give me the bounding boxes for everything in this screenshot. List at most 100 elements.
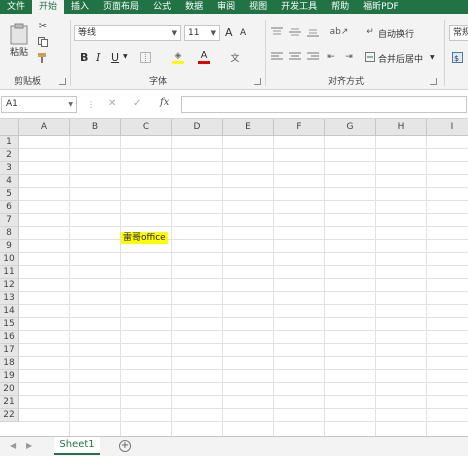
wrap-text-icon[interactable]: ↵	[365, 27, 375, 37]
next-sheet-icon[interactable]: ▶	[26, 441, 32, 450]
format-painter-icon[interactable]	[37, 52, 49, 64]
ribbon-tab[interactable]: 文件	[0, 0, 32, 14]
row-header[interactable]: 12	[0, 279, 19, 292]
chevron-down-icon: ▼	[210, 29, 216, 37]
font-dialog-launcher[interactable]	[254, 78, 261, 85]
borders-icon[interactable]	[139, 51, 151, 63]
phonetic-icon[interactable]: 文	[228, 50, 242, 64]
row-header[interactable]: 13	[0, 292, 19, 305]
confirm-icon[interactable]: ✓	[133, 98, 141, 109]
row-header[interactable]: 7	[0, 214, 19, 227]
row-header[interactable]: 16	[0, 331, 19, 344]
bottom-align-icon[interactable]	[306, 26, 320, 38]
column-header[interactable]: C	[121, 119, 172, 136]
ribbon-tab[interactable]: 数据	[178, 0, 210, 14]
italic-button[interactable]: I	[96, 51, 100, 64]
align-left-icon[interactable]	[270, 51, 284, 63]
column-header[interactable]: F	[274, 119, 325, 136]
top-align-icon[interactable]	[270, 26, 284, 38]
row-header[interactable]: 18	[0, 357, 19, 370]
gridline	[19, 265, 468, 266]
insert-function-icon[interactable]: fx	[160, 97, 169, 108]
underline-dropdown-icon[interactable]: ▼	[123, 53, 128, 60]
row-header[interactable]: 8	[0, 227, 19, 240]
ribbon-tab[interactable]: 视图	[242, 0, 274, 14]
orientation-icon[interactable]: ab↗	[330, 26, 349, 38]
decrease-indent-icon[interactable]: ⇤	[324, 51, 338, 63]
column-header[interactable]: D	[172, 119, 223, 136]
font-color-icon[interactable]: A	[197, 49, 211, 65]
name-box[interactable]: A1 ▼	[1, 96, 77, 113]
gridline	[426, 136, 427, 436]
gridline	[19, 382, 468, 383]
decrease-font-size-button[interactable]: A	[240, 28, 246, 38]
merge-center-button[interactable]: 合并后居中	[378, 52, 423, 65]
ribbon-tab[interactable]: 页面布局	[96, 0, 146, 14]
wrap-text-button[interactable]: 自动换行	[378, 27, 414, 40]
column-header[interactable]: A	[19, 119, 70, 136]
column-header[interactable]: B	[70, 119, 121, 136]
row-header[interactable]: 9	[0, 240, 19, 253]
sheet-tab-sheet1[interactable]: Sheet1	[54, 437, 100, 455]
row-header[interactable]: 21	[0, 396, 19, 409]
row-header[interactable]: 22	[0, 409, 19, 422]
ribbon-tab[interactable]: 开发工具	[274, 0, 324, 14]
gridline	[19, 343, 468, 344]
align-right-icon[interactable]	[306, 51, 320, 63]
cut-icon[interactable]: ✂	[37, 20, 49, 32]
row-header[interactable]: 1	[0, 136, 19, 149]
increase-indent-icon[interactable]: ⇥	[342, 51, 356, 63]
ribbon-tab[interactable]: 开始	[32, 0, 65, 14]
gridline	[19, 369, 468, 370]
column-header[interactable]: E	[223, 119, 274, 136]
ribbon-tab[interactable]: 插入	[64, 0, 96, 14]
row-header[interactable]: 3	[0, 162, 19, 175]
add-sheet-icon[interactable]: +	[119, 440, 131, 452]
row-header[interactable]: 15	[0, 318, 19, 331]
cell-c8[interactable]: 雷哥office	[121, 232, 168, 244]
row-header[interactable]: 2	[0, 149, 19, 162]
merge-dropdown-icon[interactable]: ▼	[430, 54, 435, 61]
row-header[interactable]: 4	[0, 175, 19, 188]
font-name-dropdown[interactable]: 等线 ▼	[74, 25, 181, 41]
paste-button[interactable]: 粘贴	[6, 18, 32, 62]
cancel-icon[interactable]: ✕	[108, 98, 116, 109]
font-size-dropdown[interactable]: 11 ▼	[184, 25, 220, 41]
column-header[interactable]: H	[376, 119, 427, 136]
middle-align-icon[interactable]	[288, 26, 302, 38]
ribbon-tab[interactable]: 公式	[146, 0, 178, 14]
row-header[interactable]: 6	[0, 201, 19, 214]
clipboard-dialog-launcher[interactable]	[59, 78, 66, 85]
row-header[interactable]: 14	[0, 305, 19, 318]
select-all-corner[interactable]	[0, 119, 19, 136]
ribbon-tab[interactable]: 审阅	[210, 0, 242, 14]
accounting-format-icon[interactable]: $	[451, 51, 463, 63]
prev-sheet-icon[interactable]: ◀	[10, 441, 16, 450]
formula-input[interactable]	[181, 96, 467, 113]
row-header[interactable]: 10	[0, 253, 19, 266]
increase-font-size-button[interactable]: A	[225, 26, 233, 39]
fill-color-icon[interactable]: ◈	[171, 49, 185, 65]
row-header[interactable]: 17	[0, 344, 19, 357]
row-header[interactable]: 5	[0, 188, 19, 201]
ribbon-tab[interactable]: 福昕PDF	[356, 0, 406, 14]
underline-button[interactable]: U	[111, 51, 119, 64]
merge-center-icon[interactable]	[365, 52, 375, 62]
column-header[interactable]: I	[427, 119, 468, 136]
column-header[interactable]: G	[325, 119, 376, 136]
alignment-dialog-launcher[interactable]	[430, 78, 437, 85]
number-format-dropdown[interactable]: 常规	[449, 25, 468, 41]
row-header[interactable]: 11	[0, 266, 19, 279]
gridline	[19, 213, 468, 214]
alignment-group-label: 对齐方式	[328, 77, 365, 87]
copy-icon[interactable]	[37, 36, 49, 48]
row-header[interactable]: 19	[0, 370, 19, 383]
font-group-label: 字体	[149, 77, 168, 87]
bold-button[interactable]: B	[80, 51, 88, 64]
sheet-tab-bar: ◀ ▶ Sheet1 +	[0, 436, 468, 456]
worksheet-grid[interactable]: A B C D E F G H I 1 2 3 4 5 6 7 8 9 10 11 12 13 14 15 16 17 18 19 20…	[0, 119, 468, 436]
align-center-icon[interactable]	[288, 51, 302, 63]
row-header[interactable]: 20	[0, 383, 19, 396]
ribbon-tab[interactable]: 帮助	[324, 0, 356, 14]
gridline	[19, 161, 468, 162]
